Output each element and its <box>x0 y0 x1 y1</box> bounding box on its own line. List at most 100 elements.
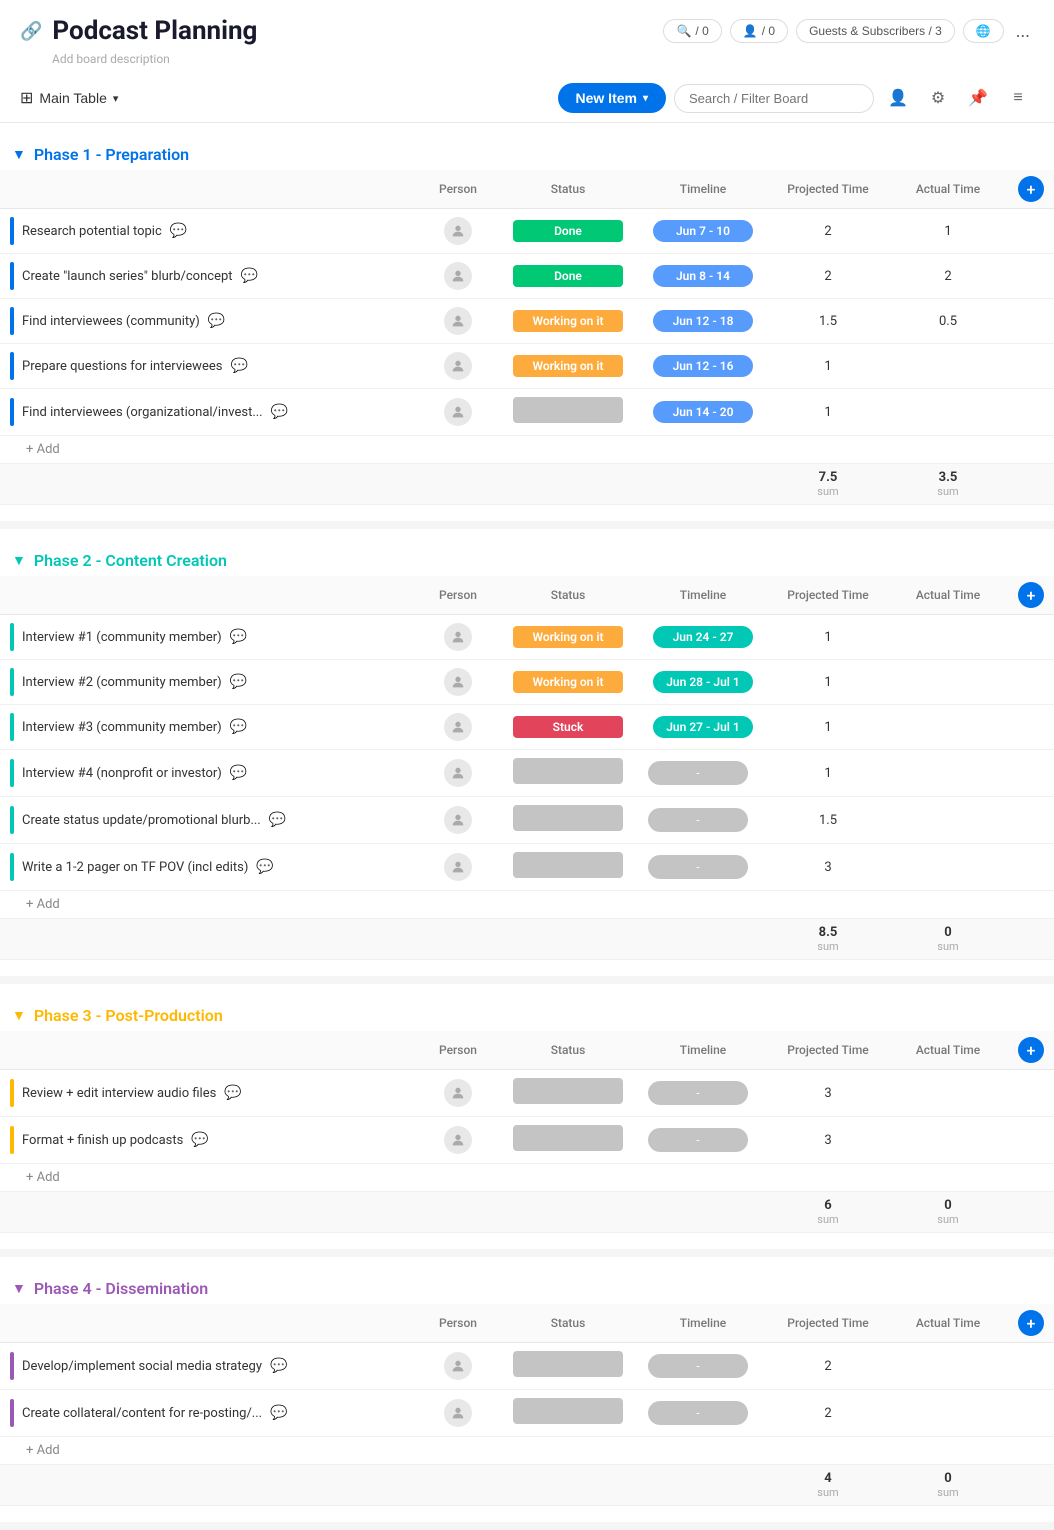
col-header-projected-3: Projected Time <box>768 1031 888 1070</box>
phase-header-1: ▼ Phase 1 - Preparation <box>0 139 1054 170</box>
share-icon[interactable]: 🔗 <box>20 21 42 42</box>
phase-chevron-3[interactable]: ▼ <box>12 1007 26 1024</box>
avatar[interactable] <box>444 398 472 426</box>
phase-table-4: Person Status Timeline Projected Time Ac… <box>0 1304 1054 1506</box>
phase-title-3[interactable]: Phase 3 - Post-Production <box>34 1006 223 1025</box>
add-item-link[interactable]: + Add <box>10 1170 60 1185</box>
pin-icon-btn[interactable]: 📌 <box>962 82 994 114</box>
timeline-cell: - <box>638 1343 768 1390</box>
avatar[interactable] <box>444 1352 472 1380</box>
comment-icon[interactable]: 💬 <box>270 1405 287 1421</box>
avatar[interactable] <box>444 1399 472 1427</box>
chevron-down-icon: ▾ <box>113 92 119 105</box>
status-cell[interactable]: Working on it <box>498 615 638 660</box>
stat-btn-1[interactable]: 🔍 / 0 <box>663 19 721 43</box>
person-icon-btn[interactable]: 👤 <box>882 82 914 114</box>
status-cell[interactable] <box>498 844 638 891</box>
comment-icon[interactable]: 💬 <box>230 765 247 781</box>
comment-icon[interactable]: 💬 <box>191 1132 208 1148</box>
comment-icon[interactable]: 💬 <box>170 223 187 239</box>
status-cell[interactable] <box>498 1343 638 1390</box>
status-cell[interactable]: Working on it <box>498 344 638 389</box>
globe-icon-btn[interactable]: 🌐 <box>963 19 1004 43</box>
status-cell[interactable]: Working on it <box>498 660 638 705</box>
status-cell[interactable] <box>498 1117 638 1164</box>
avatar[interactable] <box>444 668 472 696</box>
comment-icon[interactable]: 💬 <box>270 1358 287 1374</box>
comment-icon[interactable]: 💬 <box>256 859 273 875</box>
avatar[interactable] <box>444 262 472 290</box>
comment-icon[interactable]: 💬 <box>230 358 247 374</box>
avatar[interactable] <box>444 623 472 651</box>
status-cell[interactable]: Stuck <box>498 705 638 750</box>
col-header-add-4: + <box>1008 1304 1054 1343</box>
timeline-empty: - <box>648 761 748 785</box>
comment-icon[interactable]: 💬 <box>271 404 288 420</box>
phase-title-2[interactable]: Phase 2 - Content Creation <box>34 551 227 570</box>
search-input[interactable] <box>674 84 874 113</box>
add-col-btn-1[interactable]: + <box>1018 176 1044 202</box>
avatar[interactable] <box>444 352 472 380</box>
table-row: Review + edit interview audio files 💬 - … <box>0 1070 1054 1117</box>
col-header-person-4: Person <box>418 1304 498 1343</box>
avatar[interactable] <box>444 307 472 335</box>
status-cell[interactable] <box>498 797 638 844</box>
main-table-btn[interactable]: ⊞ Main Table ▾ <box>20 88 118 108</box>
add-col-btn-2[interactable]: + <box>1018 582 1044 608</box>
avatar[interactable] <box>444 713 472 741</box>
avatar[interactable] <box>444 853 472 881</box>
comment-icon[interactable]: 💬 <box>241 268 258 284</box>
task-row-left: Research potential topic 💬 <box>10 217 408 245</box>
comment-icon[interactable]: 💬 <box>224 1085 241 1101</box>
more-options-btn[interactable]: ... <box>1012 17 1034 46</box>
actual-cell <box>888 797 1008 844</box>
projected-cell: 2 <box>768 209 888 254</box>
filter-icon-btn[interactable]: ≡ <box>1002 82 1034 114</box>
phase-chevron-4[interactable]: ▼ <box>12 1280 26 1297</box>
timeline-badge: Jun 14 - 20 <box>653 401 753 423</box>
avatar[interactable] <box>444 759 472 787</box>
comment-icon[interactable]: 💬 <box>230 674 247 690</box>
phase-title-4[interactable]: Phase 4 - Dissemination <box>34 1279 208 1298</box>
table-row: Develop/implement social media strategy … <box>0 1343 1054 1390</box>
status-cell[interactable] <box>498 750 638 797</box>
timeline-badge: Jun 12 - 18 <box>653 310 753 332</box>
comment-icon[interactable]: 💬 <box>269 812 286 828</box>
phase-title-1[interactable]: Phase 1 - Preparation <box>34 145 189 164</box>
sum-row: 8.5 sum 0 sum <box>0 919 1054 960</box>
add-col-btn-4[interactable]: + <box>1018 1310 1044 1336</box>
comment-icon[interactable]: 💬 <box>230 629 247 645</box>
actual-cell <box>888 344 1008 389</box>
phase-chevron-1[interactable]: ▼ <box>12 146 26 163</box>
new-item-button[interactable]: New Item ▾ <box>558 83 667 113</box>
comment-icon[interactable]: 💬 <box>208 313 225 329</box>
status-empty <box>513 758 623 784</box>
person-cell <box>418 1343 498 1390</box>
row-add-cell <box>1008 660 1054 705</box>
add-item-link[interactable]: + Add <box>10 897 60 912</box>
comment-icon[interactable]: 💬 <box>230 719 247 735</box>
status-cell[interactable] <box>498 1390 638 1437</box>
task-row-left: Find interviewees (community) 💬 <box>10 307 408 335</box>
status-cell[interactable]: Done <box>498 254 638 299</box>
status-cell[interactable] <box>498 389 638 436</box>
avatar[interactable] <box>444 806 472 834</box>
add-item-link[interactable]: + Add <box>10 1443 60 1458</box>
status-cell[interactable]: Working on it <box>498 299 638 344</box>
stat-btn-2[interactable]: 👤 / 0 <box>730 19 788 43</box>
status-cell[interactable]: Done <box>498 209 638 254</box>
add-item-link[interactable]: + Add <box>10 442 60 457</box>
actual-cell <box>888 750 1008 797</box>
avatar[interactable] <box>444 217 472 245</box>
guests-btn[interactable]: Guests & Subscribers / 3 <box>796 19 955 43</box>
row-add-cell <box>1008 344 1054 389</box>
settings-icon-btn[interactable]: ⚙ <box>922 82 954 114</box>
col-header-projected-1: Projected Time <box>768 170 888 209</box>
phase-chevron-2[interactable]: ▼ <box>12 552 26 569</box>
table-row: Prepare questions for interviewees 💬 Wor… <box>0 344 1054 389</box>
avatar[interactable] <box>444 1079 472 1107</box>
timeline-cell: - <box>638 797 768 844</box>
add-col-btn-3[interactable]: + <box>1018 1037 1044 1063</box>
status-cell[interactable] <box>498 1070 638 1117</box>
avatar[interactable] <box>444 1126 472 1154</box>
